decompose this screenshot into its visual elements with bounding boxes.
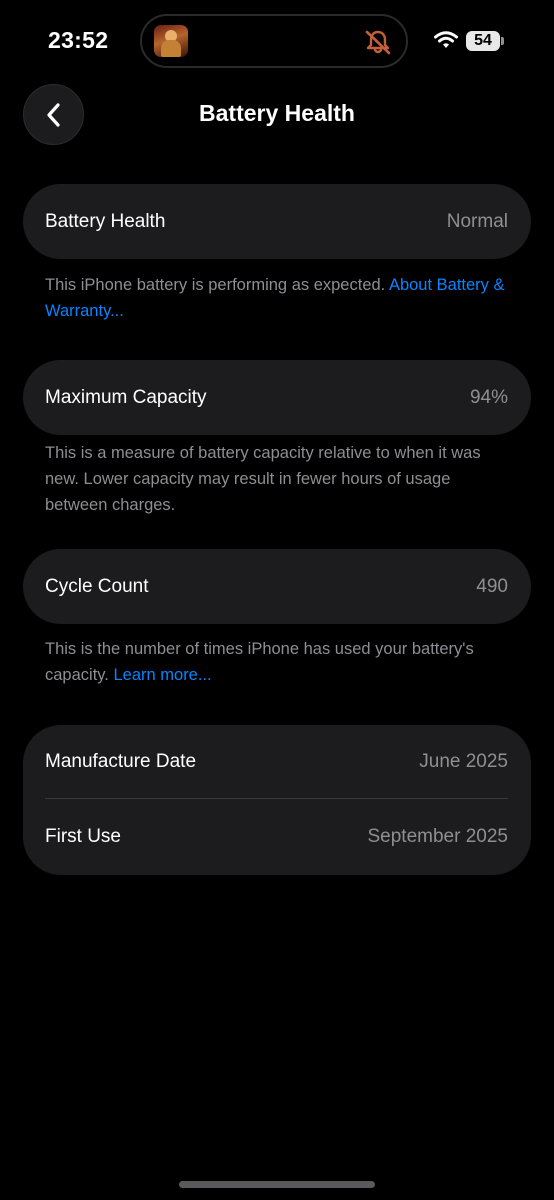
home-indicator[interactable] (179, 1181, 375, 1188)
battery-health-row: Battery Health Normal (45, 184, 508, 259)
maximum-capacity-footnote: This is a measure of battery capacity re… (45, 444, 481, 514)
manufacture-date-row: Manufacture Date June 2025 (45, 725, 508, 799)
wifi-icon (434, 31, 458, 48)
dates-card: Manufacture Date June 2025 First Use Sep… (23, 725, 531, 875)
status-time: 23:52 (48, 27, 109, 53)
cycle-count-label: Cycle Count (45, 575, 149, 597)
manufacture-date-label: Manufacture Date (45, 751, 197, 772)
page-title: Battery Health (199, 100, 355, 126)
battery-health-card: Battery Health Normal (23, 184, 531, 259)
battery-cap (501, 37, 504, 45)
maximum-capacity-label: Maximum Capacity (45, 386, 207, 408)
cycle-count-footnote: This is the number of times iPhone has u… (45, 636, 505, 688)
maximum-capacity-card: Maximum Capacity 94% (23, 360, 531, 435)
learn-more-link[interactable]: Learn more... (113, 666, 211, 684)
manufacture-date-value: June 2025 (419, 751, 508, 772)
battery-health-footnote-text: This iPhone battery is performing as exp… (45, 276, 389, 294)
status-bar: 23:52 54 (0, 0, 554, 84)
cycle-count-row: Cycle Count 490 (45, 549, 508, 624)
first-use-label: First Use (45, 826, 121, 847)
maximum-capacity-row: Maximum Capacity 94% (45, 360, 508, 435)
first-use-value: September 2025 (367, 826, 509, 847)
battery-icon: 54 (466, 31, 500, 51)
dynamic-island[interactable] (140, 14, 408, 68)
cycle-count-footnote-text: This is the number of times iPhone has u… (45, 640, 474, 684)
battery-health-label: Battery Health (45, 210, 166, 232)
first-use-row: First Use September 2025 (45, 799, 508, 875)
now-playing-artwork[interactable] (154, 25, 188, 57)
cycle-count-card: Cycle Count 490 (23, 549, 531, 624)
battery-health-value: Normal (446, 210, 508, 232)
battery-health-footnote: This iPhone battery is performing as exp… (45, 272, 505, 324)
maximum-capacity-value: 94% (469, 386, 508, 408)
muted-bell-icon (365, 30, 391, 55)
cycle-count-value: 490 (476, 575, 508, 597)
